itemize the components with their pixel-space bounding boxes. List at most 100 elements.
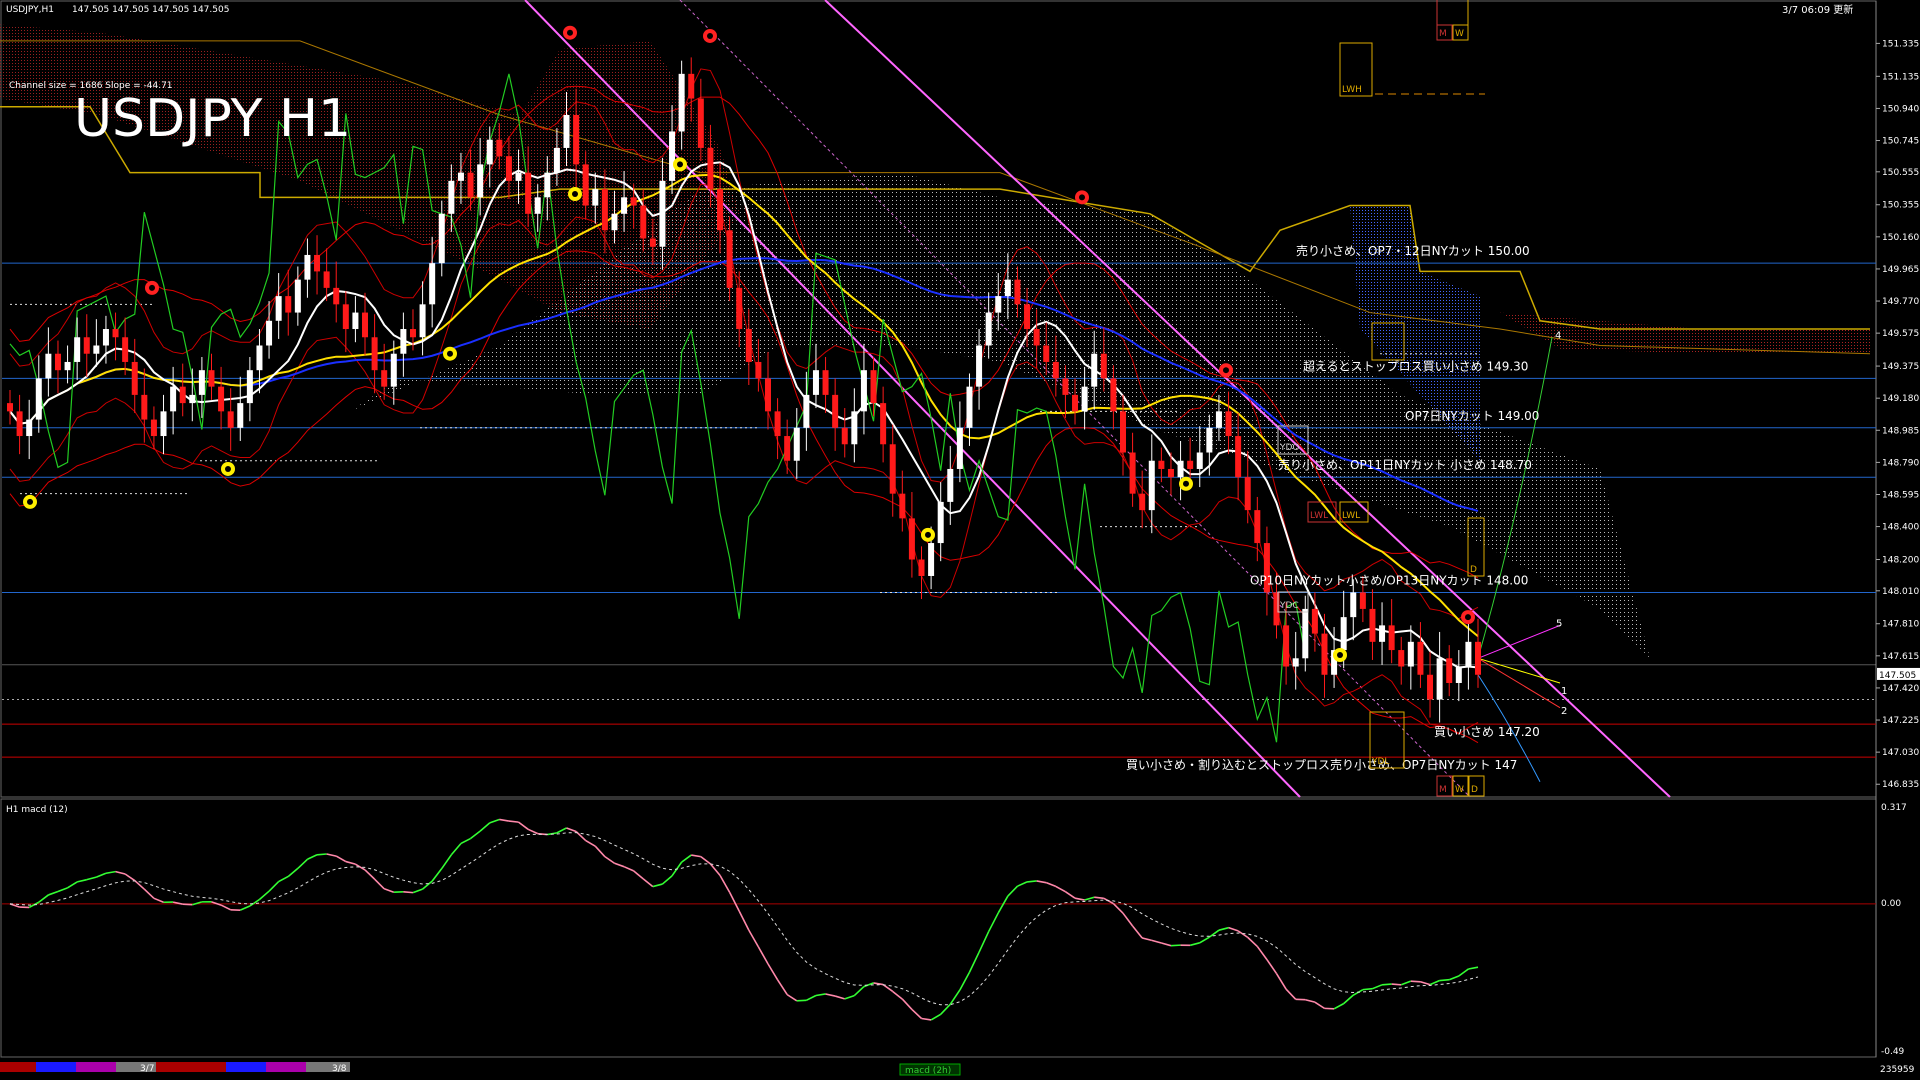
candle-body <box>928 543 935 576</box>
candle-body <box>1388 625 1395 651</box>
macd-zero-value: 0.00 <box>1881 899 1901 909</box>
candle-body <box>534 197 541 214</box>
candle-body <box>1081 386 1088 412</box>
candle-body <box>400 329 407 354</box>
candle-body <box>227 411 234 428</box>
candle-body <box>726 230 733 288</box>
candle-body <box>995 296 1002 313</box>
candle-body <box>621 197 628 214</box>
candle-body <box>371 337 378 371</box>
svg-text:D: D <box>1471 785 1478 795</box>
date-label-1: 3/7 <box>140 1064 154 1074</box>
price-tick: 147.030 <box>1882 748 1919 758</box>
candle-body <box>889 444 896 494</box>
candle-body <box>362 312 369 338</box>
candle-body <box>45 353 52 379</box>
candle-body <box>237 403 244 428</box>
candle-body <box>1091 353 1098 387</box>
candle-body <box>477 164 484 198</box>
candle-body <box>26 419 33 437</box>
candle-body <box>688 73 695 99</box>
candle-body <box>707 147 714 190</box>
price-tick: 148.200 <box>1882 556 1919 566</box>
update-time: 3/7 06:09 更新 <box>1782 3 1853 16</box>
svg-text:LWL: LWL <box>1342 511 1360 521</box>
candle-body <box>1215 411 1222 428</box>
candle-body <box>64 361 71 371</box>
candle-body <box>1148 460 1155 511</box>
candle-body <box>1033 329 1040 346</box>
macd-top-value: 0.317 <box>1881 803 1907 813</box>
candle-body <box>1436 658 1443 700</box>
price-tick: 150.555 <box>1882 168 1919 178</box>
level-annotation: 買い小さめ・割り込むとストップロス売り小さめ、OP7日NYカット 147 <box>1126 757 1517 772</box>
candle-body <box>563 115 570 148</box>
candle-body <box>266 320 273 346</box>
candle-body <box>74 337 81 362</box>
candle-body <box>678 73 685 132</box>
candle-body <box>1187 460 1194 469</box>
price-tick: 148.595 <box>1882 490 1919 500</box>
candle-body <box>496 139 503 157</box>
price-tick: 149.180 <box>1882 394 1919 404</box>
candle-body <box>976 345 983 387</box>
candle-body <box>122 337 129 362</box>
svg-text:YDL: YDL <box>1371 757 1389 767</box>
candle-body <box>918 559 925 576</box>
macd-tab-label: macd (2h) <box>905 1066 951 1076</box>
price-tick: 149.375 <box>1882 362 1919 372</box>
price-tick: 146.835 <box>1882 780 1919 790</box>
candle-body <box>1302 608 1309 659</box>
candle-body <box>352 312 359 330</box>
candle-body <box>1158 460 1165 469</box>
candle-body <box>1014 279 1021 305</box>
candle-body <box>323 271 330 288</box>
candle-body <box>1177 460 1184 478</box>
candle-body <box>832 394 839 428</box>
candle-body <box>880 403 887 445</box>
candle-body <box>1465 641 1472 667</box>
price-tick: 147.810 <box>1882 620 1919 630</box>
symbol-title: USDJPY H1 <box>74 89 351 149</box>
candle-body <box>1052 361 1059 379</box>
candle-body <box>1427 674 1434 700</box>
candle-body <box>669 131 676 181</box>
macd-label: H1 macd (12) <box>6 805 68 815</box>
projection-label: 4 <box>1555 331 1561 342</box>
svg-text:YDC: YDC <box>1279 601 1299 611</box>
candle-body <box>515 172 522 181</box>
candle-body <box>601 189 608 231</box>
candle-body <box>256 345 263 371</box>
candle-body <box>1110 378 1117 412</box>
candle-body <box>1446 658 1453 683</box>
candle-body <box>160 411 167 437</box>
candle-body <box>966 386 973 428</box>
candle-body <box>141 394 148 420</box>
candle-body <box>1004 279 1011 297</box>
candle-body <box>314 254 321 272</box>
candle-body <box>851 411 858 445</box>
candle-body <box>1273 592 1280 626</box>
candle-body <box>1407 641 1414 667</box>
candle-body <box>7 403 13 412</box>
candle-body <box>1475 641 1481 675</box>
svg-text:M: M <box>1439 785 1447 795</box>
svg-text:LWL: LWL <box>1310 511 1328 521</box>
candle-body <box>102 329 109 346</box>
candle-body <box>525 172 532 214</box>
projection-label: 5 <box>1556 619 1562 630</box>
candle-body <box>179 386 186 404</box>
candle-body <box>93 345 100 354</box>
candle-body <box>1206 427 1213 453</box>
candle-body <box>745 329 752 362</box>
candle-body <box>793 427 800 461</box>
candle-body <box>937 501 944 544</box>
candle-body <box>717 189 724 231</box>
candle-body <box>333 287 340 305</box>
candle-body <box>1100 353 1107 379</box>
usdjpy-h1-chart[interactable]: 1 2 4 5 売り小さめ、OP7・12日NYカット 150.00 超えるとストップロス… <box>0 0 1920 1080</box>
candle-body <box>784 436 791 461</box>
candle-body <box>246 370 253 404</box>
current-price-tag: 147.505 <box>1879 671 1916 681</box>
candle-body <box>1129 452 1136 494</box>
